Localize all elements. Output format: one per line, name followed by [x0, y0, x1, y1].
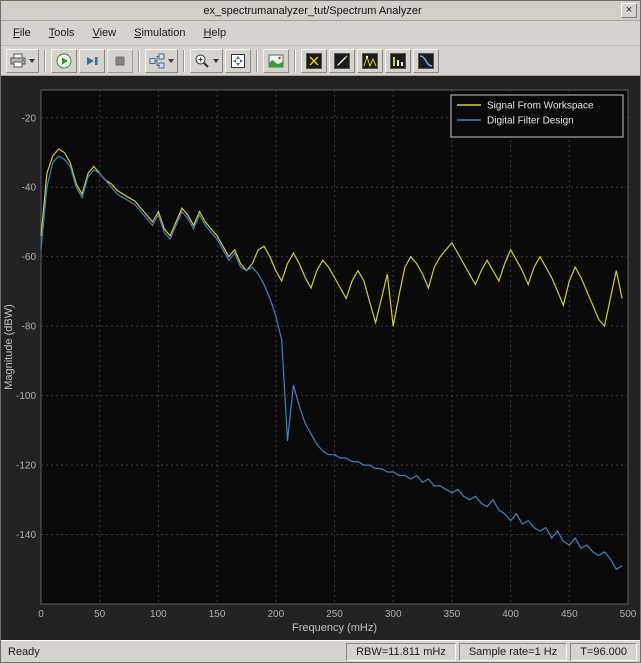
toolbar-separator [138, 49, 140, 72]
x-tick-label: 300 [385, 609, 402, 620]
y-tick-label: -20 [22, 113, 37, 124]
close-button[interactable]: × [621, 3, 637, 18]
x-tick-label: 50 [94, 609, 106, 620]
x-tick-label: 150 [209, 609, 226, 620]
y-axis-label: Magnitude (dBW) [3, 304, 15, 390]
dropdown-arrow-icon [29, 58, 35, 63]
y-tick-label: -140 [16, 530, 36, 541]
run-icon [56, 53, 72, 68]
fit-to-view-button[interactable] [225, 48, 251, 73]
y-tick-label: -80 [22, 322, 37, 333]
spectrum-analyzer-window: ex_spectrumanalyzer_tut/Spectrum Analyze… [0, 0, 641, 663]
title-bar[interactable]: ex_spectrumanalyzer_tut/Spectrum Analyze… [1, 1, 640, 21]
menu-file[interactable]: File [5, 24, 39, 42]
dropdown-arrow-icon [213, 58, 219, 63]
menu-bar: File Tools View Simulation Help [1, 21, 640, 46]
x-tick-label: 400 [502, 609, 519, 620]
peak-finder-button[interactable] [357, 48, 383, 73]
zoom-in-icon [195, 54, 209, 68]
step-forward-icon [87, 56, 98, 65]
simulation-settings-icon [149, 53, 165, 68]
signal-statistics-button[interactable] [329, 48, 355, 73]
legend-label-0: Signal From Workspace [487, 101, 594, 112]
x-axis-label: Frequency (mHz) [292, 622, 377, 634]
x-tick-label: 500 [620, 609, 636, 620]
menu-tools[interactable]: Tools [41, 24, 83, 42]
peak-finder-icon [362, 52, 378, 69]
toolbar-separator [256, 49, 258, 72]
x-tick-label: 100 [150, 609, 167, 620]
y-tick-label: -100 [16, 391, 36, 402]
print-button[interactable] [6, 48, 39, 73]
spectrum-plot[interactable]: 0 50 100 150 200 250 300 350 400 450 500 -20 -40 -60 -… [1, 76, 636, 637]
x-tick-label: 200 [267, 609, 284, 620]
cursor-measurements-icon [306, 52, 322, 69]
spectrum-settings-icon [268, 54, 284, 67]
fit-to-view-icon [231, 53, 245, 68]
stop-icon [115, 56, 125, 65]
step-forward-button[interactable] [79, 48, 105, 73]
toolbar [1, 46, 640, 76]
status-ready: Ready [8, 645, 40, 658]
run-button[interactable] [51, 48, 77, 73]
zoom-in-button[interactable] [190, 48, 223, 73]
spectrum-settings-button[interactable] [263, 48, 289, 73]
dropdown-arrow-icon [168, 58, 174, 63]
window-title: ex_spectrumanalyzer_tut/Spectrum Analyze… [203, 4, 422, 17]
stop-button[interactable] [107, 48, 133, 73]
signal-statistics-icon [334, 52, 350, 69]
x-tick-label: 250 [326, 609, 343, 620]
y-tick-label: -60 [22, 252, 37, 263]
ccdf-measurements-button[interactable] [413, 48, 439, 73]
legend-label-1: Digital Filter Design [487, 116, 574, 127]
distortion-measurements-button[interactable] [385, 48, 411, 73]
print-icon [10, 53, 26, 67]
menu-view[interactable]: View [84, 24, 124, 42]
cursor-measurements-button[interactable] [301, 48, 327, 73]
y-tick-label: -40 [22, 183, 37, 194]
spectrum-display[interactable]: 0 50 100 150 200 250 300 350 400 450 500 -20 -40 -60 -… [1, 76, 640, 640]
menu-help[interactable]: Help [195, 24, 234, 42]
x-tick-label: 450 [561, 609, 578, 620]
x-tick-label: 0 [38, 609, 44, 620]
y-tick-label: -120 [16, 461, 36, 472]
simulation-settings-button[interactable] [145, 48, 178, 73]
distortion-measurements-icon [390, 52, 406, 69]
x-tick-label: 350 [444, 609, 461, 620]
ccdf-measurements-icon [418, 52, 434, 69]
toolbar-separator [294, 49, 296, 72]
toolbar-separator [183, 49, 185, 72]
status-bar: Ready RBW=11.811 mHz Sample rate=1 Hz T=… [1, 640, 640, 662]
toolbar-separator [44, 49, 46, 72]
status-time: T=96.000 [570, 642, 637, 661]
status-sample-rate: Sample rate=1 Hz [458, 642, 568, 661]
menu-simulation[interactable]: Simulation [126, 24, 193, 42]
status-rbw: RBW=11.811 mHz [346, 642, 456, 661]
close-icon: × [625, 4, 633, 16]
